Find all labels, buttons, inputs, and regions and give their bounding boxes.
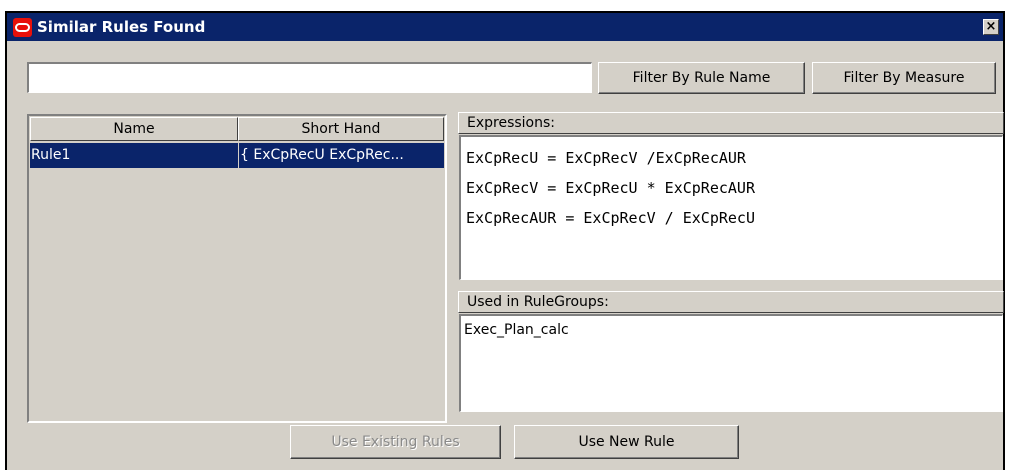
filter-by-measure-button[interactable]: Filter By Measure xyxy=(812,62,996,94)
window-title: Similar Rules Found xyxy=(37,18,206,36)
column-header-name[interactable]: Name xyxy=(30,117,238,141)
use-existing-rules-button[interactable]: Use Existing Rules xyxy=(290,425,501,459)
filter-by-rule-name-button[interactable]: Filter By Rule Name xyxy=(598,62,805,94)
expression-line: ExCpRecV = ExCpRecU * ExCpRecAUR xyxy=(466,179,755,197)
rulegroup-item: Exec_Plan_calc xyxy=(464,322,569,338)
column-header-short-hand[interactable]: Short Hand xyxy=(238,117,444,141)
rule-short-hand-cell: { ExCpRecU ExCpRec... xyxy=(240,147,404,163)
rule-name-cell: Rule1 xyxy=(31,147,71,163)
expression-line: ExCpRecAUR = ExCpRecV / ExCpRecU xyxy=(466,209,755,227)
rulegroups-header: Used in RuleGroups: xyxy=(458,291,1004,313)
expressions-header: Expressions: xyxy=(458,112,1004,134)
rulegroups-list[interactable]: Exec_Plan_calc xyxy=(459,314,1003,412)
use-new-rule-button[interactable]: Use New Rule xyxy=(514,425,739,459)
rule-filter-input[interactable] xyxy=(27,62,592,93)
table-row[interactable]: Rule1 { ExCpRecU ExCpRec... xyxy=(30,143,444,168)
expressions-text-area[interactable]: ExCpRecU = ExCpRecV /ExCpRecAUR ExCpRecV… xyxy=(459,135,1003,280)
rules-table: Name Short Hand Rule1 { ExCpRecU ExCpRec… xyxy=(27,114,447,423)
expression-line: ExCpRecU = ExCpRecV /ExCpRecAUR xyxy=(466,149,746,167)
title-bar[interactable]: Similar Rules Found × xyxy=(7,13,1003,41)
oracle-logo-icon xyxy=(13,18,32,37)
similar-rules-dialog: Similar Rules Found × Filter By Rule Nam… xyxy=(5,11,1005,470)
close-button[interactable]: × xyxy=(983,19,999,35)
